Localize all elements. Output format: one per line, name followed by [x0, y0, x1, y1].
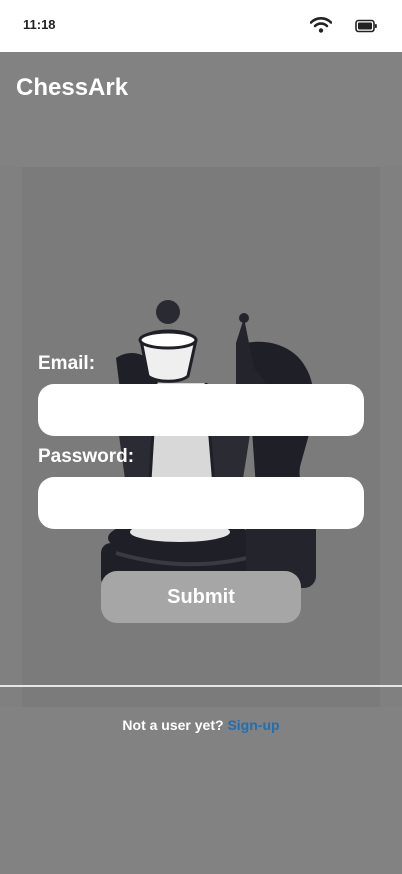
- status-time: 11:18: [23, 17, 56, 32]
- signup-link[interactable]: Sign-up: [227, 717, 279, 733]
- background-edge-left: [0, 167, 22, 707]
- wifi-icon: [310, 17, 332, 33]
- password-input[interactable]: [38, 477, 364, 529]
- background-edge-right: [380, 167, 402, 707]
- signup-prompt-row: Not a user yet? Sign-up: [0, 717, 402, 733]
- password-label: Password:: [38, 446, 135, 467]
- signup-prompt-text: Not a user yet?: [122, 717, 224, 733]
- app-title: ChessArk: [16, 74, 129, 101]
- divider: [0, 685, 402, 687]
- submit-button[interactable]: Submit: [101, 571, 301, 623]
- email-input[interactable]: [38, 384, 364, 436]
- status-bar: 11:18: [0, 0, 402, 52]
- login-screen: ChessArk Email: Password: Submit Not a u…: [0, 52, 402, 874]
- battery-icon: [355, 19, 377, 33]
- email-label: Email:: [38, 353, 96, 374]
